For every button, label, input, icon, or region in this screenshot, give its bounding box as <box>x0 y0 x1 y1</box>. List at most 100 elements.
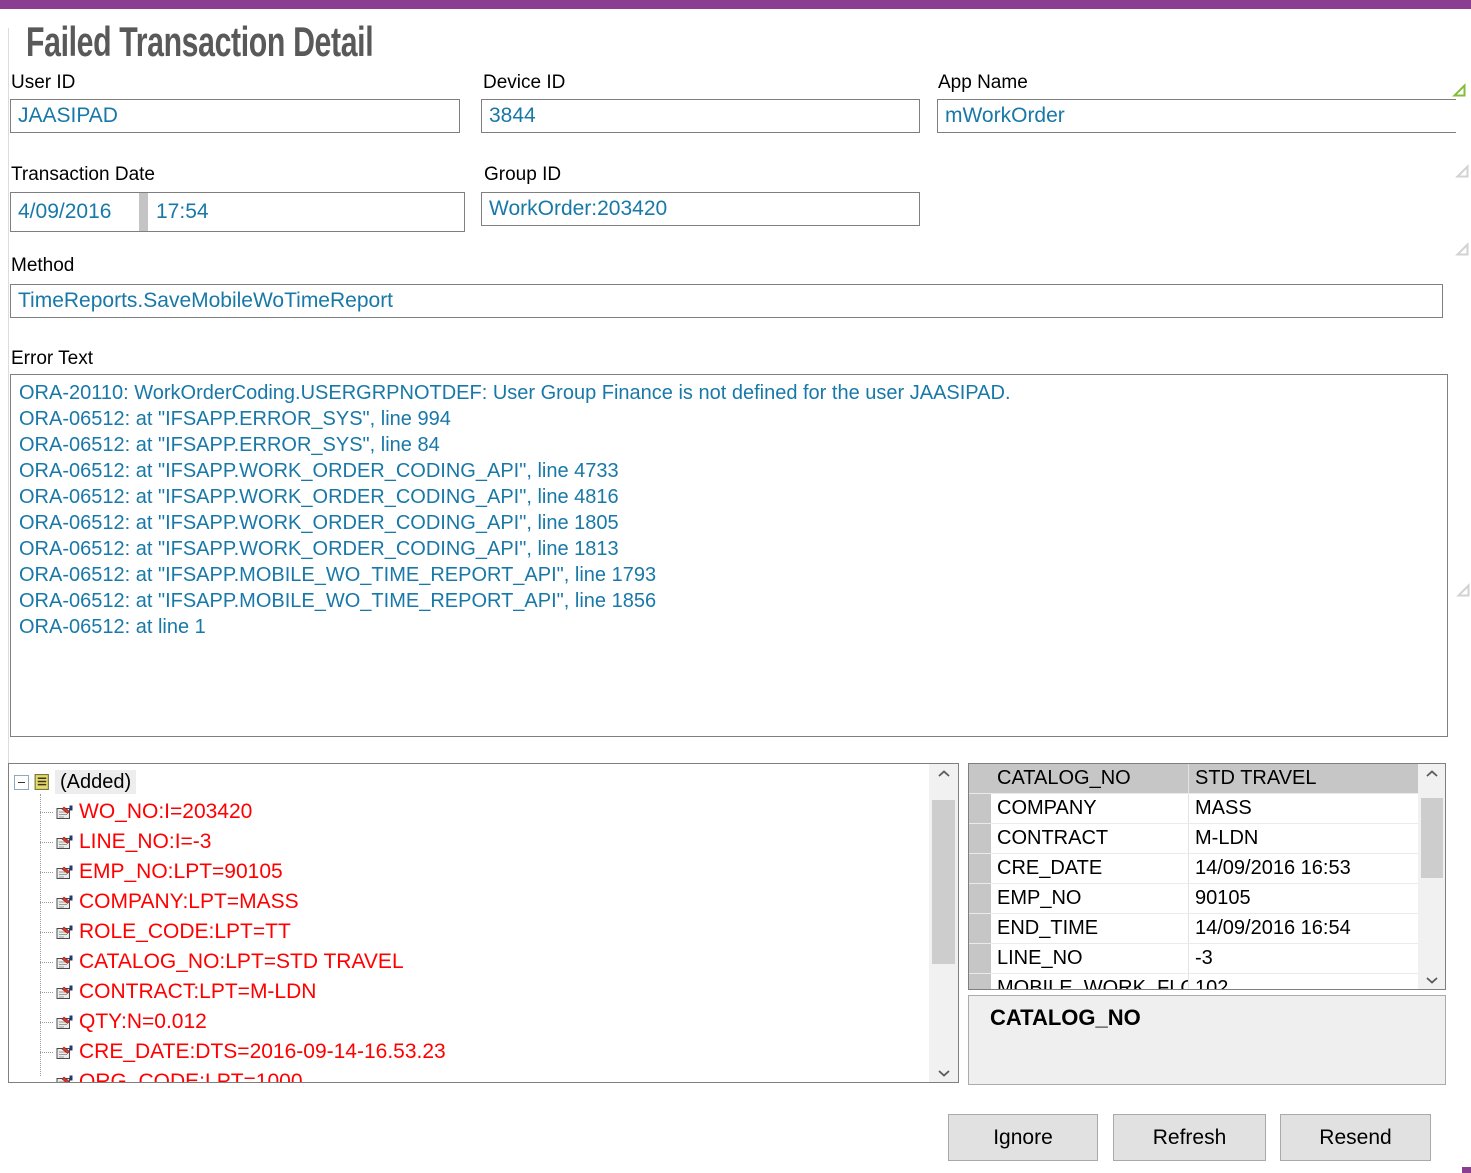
transaction-time-value: 17:54 <box>156 200 209 224</box>
error-line: ORA-06512: at "IFSAPP.MOBILE_WO_TIME_REP… <box>19 562 1439 588</box>
attribute-row[interactable]: MOBILE_WORK_FLO102 <box>969 974 1418 990</box>
failed-transaction-detail-window: Failed Transaction Detail User ID Device… <box>0 0 1471 1173</box>
attribute-name-cell: END_TIME <box>991 914 1189 943</box>
row-selector-gutter[interactable] <box>969 764 991 793</box>
scroll-down-icon[interactable] <box>1418 971 1446 989</box>
attribute-row[interactable]: COMPANYMASS <box>969 794 1418 824</box>
attribute-row[interactable]: CATALOG_NOSTD TRAVEL <box>969 764 1418 794</box>
tree-item-label: ORG_CODE:LPT=1000 <box>79 1070 303 1082</box>
attribute-row[interactable]: CONTRACTM-LDN <box>969 824 1418 854</box>
record-attribute-table: CATALOG_NOSTD TRAVELCOMPANYMASSCONTRACTM… <box>968 763 1446 990</box>
tree-item[interactable]: LINE_NO:I=-3 <box>9 827 928 857</box>
group-id-input[interactable]: WorkOrder:203420 <box>481 192 920 226</box>
attribute-item-icon <box>56 865 73 880</box>
scroll-down-icon[interactable] <box>929 1064 958 1082</box>
attribute-name-cell: LINE_NO <box>991 944 1189 973</box>
attribute-value-cell: M-LDN <box>1189 824 1418 853</box>
group-id-label: Group ID <box>484 164 561 186</box>
selected-attribute-panel: CATALOG_NO <box>968 995 1446 1085</box>
user-id-input[interactable]: JAASIPAD <box>10 99 460 133</box>
tree-connector <box>40 992 53 993</box>
tree-connector <box>40 1052 53 1053</box>
tree-scrollbar[interactable] <box>929 764 958 1082</box>
row-selector-gutter[interactable] <box>969 824 991 853</box>
tree-collapse-icon[interactable] <box>14 775 29 790</box>
refresh-button[interactable]: Refresh <box>1113 1114 1266 1161</box>
attribute-item-icon <box>56 895 73 910</box>
transaction-record-tree: (Added) WO_NO:I=203420 LINE_NO:I=-3 EMP_NO… <box>8 763 959 1083</box>
transaction-date-label: Transaction Date <box>11 164 155 186</box>
window-accent-bar <box>0 0 1471 9</box>
attribute-row[interactable]: EMP_NO90105 <box>969 884 1418 914</box>
method-input[interactable]: TimeReports.SaveMobileWoTimeReport <box>10 284 1443 318</box>
attribute-item-icon <box>56 985 73 1000</box>
row-selector-gutter[interactable] <box>969 794 991 823</box>
tree-connector <box>40 812 53 813</box>
attribute-row[interactable]: LINE_NO-3 <box>969 944 1418 974</box>
app-name-input[interactable]: mWorkOrder <box>937 99 1456 133</box>
tree-item-label: LINE_NO:I=-3 <box>79 830 211 854</box>
attribute-item-icon <box>56 1015 73 1030</box>
tree-item[interactable]: WO_NO:I=203420 <box>9 797 928 827</box>
error-line: ORA-06512: at "IFSAPP.MOBILE_WO_TIME_REP… <box>19 588 1439 614</box>
error-line: ORA-20110: WorkOrderCoding.USERGRPNOTDEF… <box>19 380 1439 406</box>
scroll-up-icon[interactable] <box>1418 764 1446 782</box>
attribute-item-icon <box>56 1045 73 1060</box>
tree-connector <box>40 842 53 843</box>
tree-item[interactable]: CONTRACT:LPT=M-LDN <box>9 977 928 1007</box>
tree-item-label: COMPANY:LPT=MASS <box>79 890 299 914</box>
attribute-value-cell: 14/09/2016 16:54 <box>1189 914 1418 943</box>
error-text-area[interactable]: ORA-20110: WorkOrderCoding.USERGRPNOTDEF… <box>10 374 1448 737</box>
row-selector-gutter[interactable] <box>969 914 991 943</box>
error-line: ORA-06512: at "IFSAPP.WORK_ORDER_CODING_… <box>19 484 1439 510</box>
transaction-date-input[interactable]: 4/09/2016 17:54 <box>10 192 465 232</box>
tree-item[interactable]: ROLE_CODE:LPT=TT <box>9 917 928 947</box>
window-corner-accent <box>1462 1167 1471 1173</box>
attribute-value-cell: MASS <box>1189 794 1418 823</box>
tree-scrollbar-thumb[interactable] <box>932 800 955 964</box>
attribute-name-cell: CRE_DATE <box>991 854 1189 883</box>
app-name-label: App Name <box>938 72 1028 94</box>
tree-item[interactable]: QTY:N=0.012 <box>9 1007 928 1037</box>
tree-item[interactable]: ORG_CODE:LPT=1000 <box>9 1067 928 1082</box>
resize-grip-icon <box>1456 583 1471 598</box>
table-scrollbar-thumb[interactable] <box>1421 798 1443 878</box>
row-selector-gutter[interactable] <box>969 974 991 990</box>
row-selector-gutter[interactable] <box>969 854 991 883</box>
record-document-icon <box>34 773 50 791</box>
attribute-item-icon <box>56 805 73 820</box>
row-selector-gutter[interactable] <box>969 944 991 973</box>
device-id-input[interactable]: 3844 <box>481 99 920 133</box>
tree-connector <box>40 932 53 933</box>
attribute-rows: CATALOG_NOSTD TRAVELCOMPANYMASSCONTRACTM… <box>969 764 1418 990</box>
attribute-item-icon <box>56 955 73 970</box>
resend-button[interactable]: Resend <box>1280 1114 1431 1161</box>
attribute-value-cell: -3 <box>1189 944 1418 973</box>
attribute-item-icon <box>56 1075 73 1083</box>
scroll-up-icon[interactable] <box>929 764 958 782</box>
tree-item[interactable]: COMPANY:LPT=MASS <box>9 887 928 917</box>
attribute-value-cell: 102 <box>1189 974 1418 990</box>
date-time-splitter[interactable] <box>139 193 148 231</box>
ignore-button[interactable]: Ignore <box>948 1114 1098 1161</box>
error-line: ORA-06512: at "IFSAPP.WORK_ORDER_CODING_… <box>19 510 1439 536</box>
tree-connector <box>40 902 53 903</box>
attribute-row[interactable]: END_TIME14/09/2016 16:54 <box>969 914 1418 944</box>
tree-item[interactable]: CATALOG_NO:LPT=STD TRAVEL <box>9 947 928 977</box>
attribute-item-icon <box>56 835 73 850</box>
table-scrollbar[interactable] <box>1418 764 1446 989</box>
tree-item-label: CONTRACT:LPT=M-LDN <box>79 980 316 1004</box>
tree-item[interactable]: CRE_DATE:DTS=2016-09-14-16.53.23 <box>9 1037 928 1067</box>
tree-connector <box>40 1022 53 1023</box>
error-line: ORA-06512: at "IFSAPP.WORK_ORDER_CODING_… <box>19 458 1439 484</box>
tree-root-node[interactable]: (Added) <box>14 770 136 794</box>
tree-item[interactable]: EMP_NO:LPT=90105 <box>9 857 928 887</box>
attribute-name-cell: CATALOG_NO <box>991 764 1189 793</box>
attribute-value-cell: STD TRAVEL <box>1189 764 1418 793</box>
tree-connector <box>40 962 53 963</box>
row-selector-gutter[interactable] <box>969 884 991 913</box>
tree-item-label: WO_NO:I=203420 <box>79 800 252 824</box>
device-id-label: Device ID <box>483 72 565 94</box>
attribute-row[interactable]: CRE_DATE14/09/2016 16:53 <box>969 854 1418 884</box>
transaction-date-value: 4/09/2016 <box>18 200 111 224</box>
